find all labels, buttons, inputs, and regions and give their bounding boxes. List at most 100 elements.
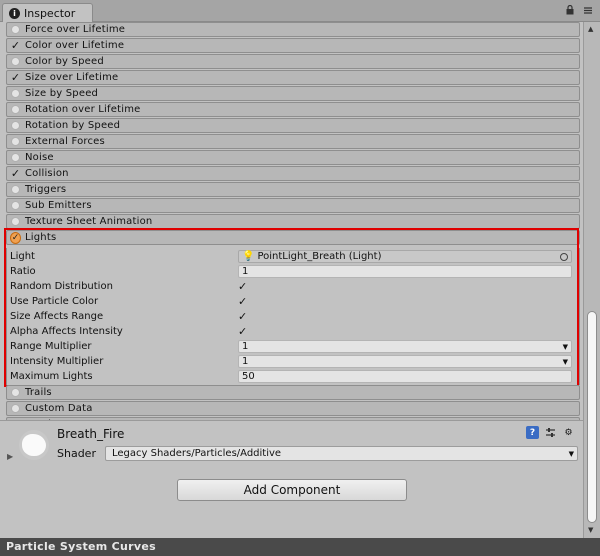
module-sub-emitters[interactable]: Sub Emitters [6,198,580,213]
tab-inspector[interactable]: i Inspector [2,3,93,22]
prop-range-multiplier: Range Multiplier 1 ▼ [10,340,572,353]
module-toggle[interactable] [10,56,21,67]
module-toggle[interactable] [10,152,21,163]
size-affects-range-checkbox[interactable]: ✓ [238,310,247,323]
prop-light-label: Light [10,251,35,262]
use-particle-color-checkbox[interactable]: ✓ [238,295,247,308]
maximum-lights-input[interactable]: 50 [238,370,572,383]
tab-tools [564,4,594,16]
light-object-field[interactable]: 💡 PointLight_Breath (Light) [238,250,572,263]
module-size-by-speed[interactable]: Size by Speed [6,86,580,101]
ratio-input[interactable]: 1 [238,265,572,278]
prop-random-distribution: Random Distribution ✓ [10,280,570,293]
disabled-circle-icon [11,121,20,130]
module-toggle[interactable] [10,216,21,227]
module-custom-data[interactable]: Custom Data [6,401,580,416]
disabled-circle-icon [11,153,20,162]
prop-ratio: Ratio 1 [10,265,572,278]
module-lights-header[interactable]: ✓ Lights [6,230,580,245]
module-rotation-by-speed[interactable]: Rotation by Speed [6,118,580,133]
scrollbar-thumb[interactable] [587,311,597,523]
module-toggle[interactable] [10,136,21,147]
chevron-down-icon[interactable]: ▼ [563,358,568,366]
scroll-up-icon[interactable]: ▲ [588,25,593,33]
prop-ratio-label: Ratio [10,266,36,277]
module-triggers[interactable]: Triggers [6,182,580,197]
module-toggle[interactable] [10,88,21,99]
scrollbar[interactable]: ▲ ▼ [583,22,600,538]
module-color-by-speed[interactable]: Color by Speed [6,54,580,69]
disabled-circle-icon [11,217,20,226]
module-label: Noise [25,152,54,163]
module-toggle[interactable]: ✓ [10,168,21,179]
module-label: Trails [25,387,52,398]
inspector-tab-bar: i Inspector [0,0,600,22]
prop-intensity-multiplier: Intensity Multiplier 1 ▼ [10,355,572,368]
module-external-forces[interactable]: External Forces [6,134,580,149]
module-toggle[interactable]: ✓ [10,40,21,51]
gear-icon[interactable]: ⚙ [562,426,575,439]
object-picker-icon[interactable] [560,252,568,261]
random-distribution-checkbox[interactable]: ✓ [238,280,247,293]
prop-use-particle-color: Use Particle Color ✓ [10,295,570,308]
module-label: Collision [25,168,69,179]
module-noise[interactable]: Noise [6,150,580,165]
lights-check-icon: ✓ [10,231,21,244]
disabled-circle-icon [11,105,20,114]
lightbulb-icon: 💡 [242,251,255,262]
intensity-multiplier-input[interactable]: 1 ▼ [238,355,572,368]
lock-icon[interactable] [564,4,576,16]
scroll-down-icon[interactable]: ▼ [588,526,593,534]
prop-alpha-affects-intensity: Alpha Affects Intensity ✓ [10,325,570,338]
module-lights-toggle[interactable]: ✓ [10,231,21,244]
particle-system-curves-bar[interactable]: Particle System Curves [0,538,600,556]
module-toggle[interactable] [10,200,21,211]
module-label: Texture Sheet Animation [25,216,153,227]
module-label: External Forces [25,136,105,147]
module-size-over-lifetime[interactable]: ✓ Size over Lifetime [6,70,580,85]
module-toggle[interactable] [10,24,21,35]
module-label: Rotation over Lifetime [25,104,141,115]
chevron-down-icon: ▼ [568,450,574,458]
foldout-arrow-icon[interactable]: ▶ [7,452,13,461]
prop-alpha-affects-intensity-label: Alpha Affects Intensity [10,326,123,337]
shader-dropdown[interactable]: Legacy Shaders/Particles/Additive ▼ [105,446,578,461]
module-rotation-over-lifetime[interactable]: Rotation over Lifetime [6,102,580,117]
module-lights-label: Lights [25,232,57,243]
shader-value: Legacy Shaders/Particles/Additive [112,448,282,459]
module-toggle[interactable] [10,403,21,414]
module-force-over-lifetime[interactable]: Force over Lifetime [6,22,580,37]
module-toggle[interactable] [10,387,21,398]
module-texture-sheet-animation[interactable]: Texture Sheet Animation [6,214,580,229]
module-toggle[interactable]: ✓ [10,72,21,83]
info-icon: i [9,7,20,19]
checkmark-icon: ✓ [10,71,21,84]
module-toggle[interactable] [10,120,21,131]
tab-inspector-label: Inspector [24,6,76,20]
prop-intensity-multiplier-label: Intensity Multiplier [10,356,104,367]
material-preview [19,430,49,460]
add-component-button[interactable]: Add Component [177,479,407,501]
disabled-circle-icon [11,404,20,413]
module-color-over-lifetime[interactable]: ✓ Color over Lifetime [6,38,580,53]
module-trails[interactable]: Trails [6,385,580,400]
module-label: Rotation by Speed [25,120,121,131]
prop-use-particle-color-label: Use Particle Color [10,296,99,307]
checkmark-icon: ✓ [10,39,21,52]
preset-sliders-icon[interactable] [544,426,557,439]
disabled-circle-icon [11,25,20,34]
material-tools: ? ⚙ [526,426,575,439]
alpha-affects-intensity-checkbox[interactable]: ✓ [238,325,247,338]
menu-icon[interactable] [582,4,594,16]
chevron-down-icon[interactable]: ▼ [563,343,568,351]
module-toggle[interactable] [10,104,21,115]
help-book-icon[interactable]: ? [526,426,539,439]
module-label: Size over Lifetime [25,72,119,83]
module-collision[interactable]: ✓ Collision [6,166,580,181]
disabled-circle-icon [11,185,20,194]
module-toggle[interactable] [10,184,21,195]
prop-size-affects-range-label: Size Affects Range [10,311,104,322]
range-multiplier-value: 1 [242,341,249,352]
range-multiplier-input[interactable]: 1 ▼ [238,340,572,353]
checkmark-icon: ✓ [10,167,21,180]
